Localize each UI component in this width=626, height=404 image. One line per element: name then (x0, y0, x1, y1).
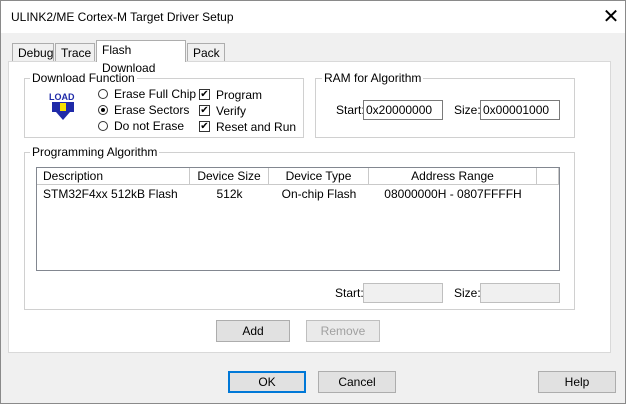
ram-size-label: Size: (454, 103, 481, 117)
title-bar: ULINK2/ME Cortex-M Target Driver Setup ✕ (1, 1, 625, 33)
column-header-description[interactable]: Description (37, 168, 190, 185)
erase-sectors-radio[interactable] (98, 105, 108, 115)
algo-start-input[interactable] (363, 283, 443, 303)
verify-checkbox[interactable]: ✔ (199, 105, 210, 116)
reset-and-run-label: Reset and Run (216, 120, 297, 134)
do-not-erase-radio[interactable] (98, 121, 108, 131)
erase-full-chip-radio[interactable] (98, 89, 108, 99)
column-header-address-range[interactable]: Address Range (369, 168, 537, 185)
erase-sectors-label: Erase Sectors (114, 103, 190, 117)
help-button[interactable]: Help (538, 371, 616, 393)
algo-size-label: Size: (454, 286, 481, 300)
algorithm-list[interactable]: Description Device Size Device Type Addr… (36, 167, 560, 271)
add-button[interactable]: Add (216, 320, 290, 342)
row-device-type[interactable]: On-chip Flash (269, 187, 369, 201)
ram-start-input[interactable]: 0x20000000 (363, 100, 443, 120)
row-description[interactable]: STM32F4xx 512kB Flash (43, 187, 178, 201)
algo-start-label: Start: (335, 286, 364, 300)
program-label: Program (216, 88, 263, 102)
tab-debug[interactable]: Debug (12, 43, 54, 61)
ram-size-input[interactable]: 0x00001000 (480, 100, 560, 120)
reset-and-run-checkbox[interactable]: ✔ (199, 121, 210, 132)
tab-pack[interactable]: Pack (187, 43, 225, 61)
row-address-range[interactable]: 08000000H - 0807FFFFH (369, 187, 537, 201)
column-header-device-type[interactable]: Device Type (269, 168, 369, 185)
erase-full-chip-label: Erase Full Chip (114, 87, 197, 101)
load-icon-text: LOAD (49, 92, 75, 102)
load-icon: LOAD (49, 92, 75, 120)
algo-size-input[interactable] (480, 283, 560, 303)
cancel-button[interactable]: Cancel (318, 371, 396, 393)
program-checkbox[interactable]: ✔ (199, 89, 210, 100)
ram-for-algorithm-title: RAM for Algorithm (322, 71, 424, 85)
programming-algorithm-title: Programming Algorithm (30, 145, 160, 159)
row-device-size[interactable]: 512k (190, 187, 269, 201)
do-not-erase-label: Do not Erase (114, 119, 185, 133)
ram-start-label: Start: (336, 103, 365, 117)
close-icon[interactable]: ✕ (597, 3, 625, 31)
tab-flash-download[interactable]: Flash Download (96, 40, 186, 75)
column-header-device-size[interactable]: Device Size (190, 168, 269, 185)
verify-label: Verify (216, 104, 247, 118)
ok-button[interactable]: OK (228, 371, 306, 393)
column-header-filler (537, 168, 559, 185)
tab-trace[interactable]: Trace (55, 43, 95, 61)
window-title: ULINK2/ME Cortex-M Target Driver Setup (11, 10, 234, 24)
remove-button[interactable]: Remove (306, 320, 380, 342)
